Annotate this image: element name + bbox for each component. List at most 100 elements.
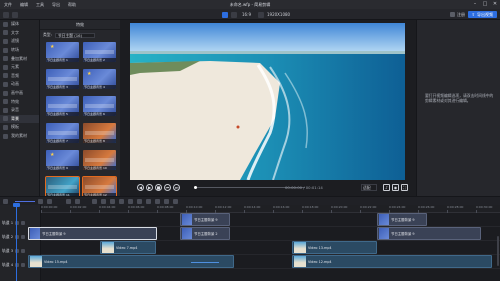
snapshot-button[interactable]: [258, 11, 264, 18]
library-item[interactable]: ★ 节日主题背景 1: [46, 42, 79, 62]
speed-icon[interactable]: [119, 199, 124, 204]
resolution-select[interactable]: 1920X1080: [267, 11, 290, 18]
undo-button[interactable]: [3, 11, 9, 18]
library-item[interactable]: 节日主题背景 11: [45, 176, 80, 198]
ruler-tick: 0:00:00:00: [41, 205, 58, 213]
sidebar-item-background[interactable]: 背景: [0, 114, 39, 124]
play-button[interactable]: ▶: [146, 184, 153, 191]
fit-icon[interactable]: [47, 199, 52, 204]
playhead[interactable]: [16, 203, 17, 281]
timeline-clip[interactable]: Video 12.mp4: [292, 255, 492, 268]
ruler-tick: 0:00:12:00: [215, 205, 232, 213]
timeline-scrollbar[interactable]: [497, 236, 499, 266]
library-item-label: 节日主题背景 6: [83, 112, 116, 116]
timeline-clip[interactable]: 节日主题背景 2: [180, 227, 230, 240]
crop-tool-button[interactable]: [231, 11, 237, 18]
volume-line[interactable]: [191, 262, 219, 263]
fullscreen-icon[interactable]: ⛶: [401, 184, 408, 191]
menu-tools[interactable]: 工具: [32, 2, 48, 8]
sidebar-item-overlay[interactable]: 叠加素材: [0, 54, 39, 63]
library-item[interactable]: 节日主题背景 7: [46, 123, 79, 143]
sidebar-item-filter[interactable]: 滤镜: [0, 37, 39, 46]
timeline-clip[interactable]: 节日主题背景 9: [377, 213, 427, 226]
eye-icon[interactable]: [21, 235, 26, 239]
menu-help[interactable]: 帮助: [64, 2, 80, 8]
banner-shape: [48, 77, 77, 81]
library-item[interactable]: ★ 节日主题背景 9: [46, 150, 79, 170]
maximize-icon[interactable]: □: [482, 1, 488, 7]
next-frame-button[interactable]: ⏭: [173, 184, 180, 191]
zoom-select[interactable]: 适配: [361, 184, 377, 191]
delete-icon[interactable]: [92, 199, 97, 204]
zoom-out-icon[interactable]: [3, 199, 8, 204]
select-tool-button[interactable]: [222, 11, 228, 18]
library-item[interactable]: 节日主题背景 6: [83, 96, 116, 116]
menu-edit[interactable]: 编辑: [16, 2, 32, 8]
prev-frame-button[interactable]: ⏮: [164, 184, 171, 191]
detach-audio-icon[interactable]: [146, 199, 151, 204]
register-button[interactable]: 注册: [447, 11, 468, 18]
timeline-clip[interactable]: 节日主题背景 9: [28, 227, 157, 240]
sidebar-item-label: 音频: [11, 72, 19, 78]
menu-file[interactable]: 文件: [0, 2, 16, 8]
color-icon[interactable]: [164, 199, 169, 204]
sidebar-item-media[interactable]: 媒体: [0, 20, 39, 29]
sidebar-item-element[interactable]: 元素: [0, 63, 39, 72]
redo-icon[interactable]: [75, 199, 80, 204]
timeline-zoom-slider[interactable]: [15, 201, 35, 202]
timeline-clip[interactable]: 节日主题背景 9: [180, 213, 230, 226]
undo-icon[interactable]: [66, 199, 71, 204]
timeline-clip[interactable]: Video 15.mp4: [28, 255, 234, 268]
playhead-handle[interactable]: [13, 203, 20, 207]
redo-button[interactable]: [12, 11, 18, 18]
library-item[interactable]: 节日主题背景 5: [46, 96, 79, 116]
timeline-clip[interactable]: Video 13.mp4: [292, 241, 377, 254]
library-item-label: 节日主题背景 8: [83, 139, 116, 143]
library-item[interactable]: 节日主题背景 3: [46, 69, 79, 89]
timeline-clip[interactable]: 节日主题背景 9: [377, 227, 481, 240]
library-item[interactable]: 节日主题背景 8: [83, 123, 116, 143]
marker-icon[interactable]: [137, 199, 142, 204]
sidebar-item-template[interactable]: 模板: [0, 123, 39, 132]
star-icon: ★: [50, 152, 55, 158]
sidebar-item-transition[interactable]: 转场: [0, 46, 39, 55]
rewind-button[interactable]: ◀: [137, 184, 144, 191]
sidebar-item-pip[interactable]: 画中画: [0, 89, 39, 98]
minimize-icon[interactable]: –: [472, 1, 478, 7]
library-item[interactable]: 节日主题背景 12: [82, 176, 117, 198]
eye-icon[interactable]: [21, 249, 26, 253]
stop-button[interactable]: ■: [155, 184, 162, 191]
crop-clip-icon[interactable]: [110, 199, 115, 204]
playback-handle[interactable]: [194, 185, 197, 189]
timeline-ruler[interactable]: 0:00:00:00 0:00:02:00 0:00:04:00 0:00:06…: [41, 205, 500, 213]
split-icon[interactable]: [101, 199, 106, 204]
timeline-clip[interactable]: Video 7.mp4: [100, 241, 156, 254]
library-item-label: 节日主题背景 9: [46, 166, 79, 170]
library-item[interactable]: ★ 节日主题背景 4: [83, 69, 116, 89]
sidebar-item-record[interactable]: 录音: [0, 106, 39, 115]
sidebar-item-effects[interactable]: 特效: [0, 97, 39, 106]
sidebar-item-my-assets[interactable]: 我的素材: [0, 132, 39, 141]
sidebar-item-animation[interactable]: 动画: [0, 80, 39, 89]
record-voice-icon[interactable]: [155, 199, 160, 204]
eye-icon[interactable]: [21, 221, 26, 225]
video-preview[interactable]: [130, 23, 405, 180]
filter-select[interactable]: 节日主题 (16): [54, 32, 95, 38]
aspect-ratio-select[interactable]: 16:9: [242, 11, 251, 18]
library-item[interactable]: 节日主题背景 10: [83, 150, 116, 170]
freeze-icon[interactable]: [128, 199, 133, 204]
snapshot-icon[interactable]: ◉: [392, 184, 399, 191]
sidebar-item-audio[interactable]: 音频: [0, 72, 39, 81]
settings-icon[interactable]: [173, 199, 178, 204]
volume-button[interactable]: ♪: [383, 184, 390, 191]
zoom-in-icon[interactable]: [38, 199, 43, 204]
my-assets-icon: [3, 133, 8, 139]
library-item[interactable]: 节日主题背景 2: [83, 42, 116, 62]
export-button[interactable]: ⇪ 导出视频: [467, 11, 497, 18]
close-icon[interactable]: ✕: [492, 1, 498, 7]
eye-icon[interactable]: [21, 263, 26, 267]
sidebar-item-text[interactable]: 文字: [0, 29, 39, 38]
beach-aerial-image: [130, 23, 405, 180]
sidebar-item-label: 滤镜: [11, 38, 19, 44]
menu-export[interactable]: 导出: [48, 2, 64, 8]
